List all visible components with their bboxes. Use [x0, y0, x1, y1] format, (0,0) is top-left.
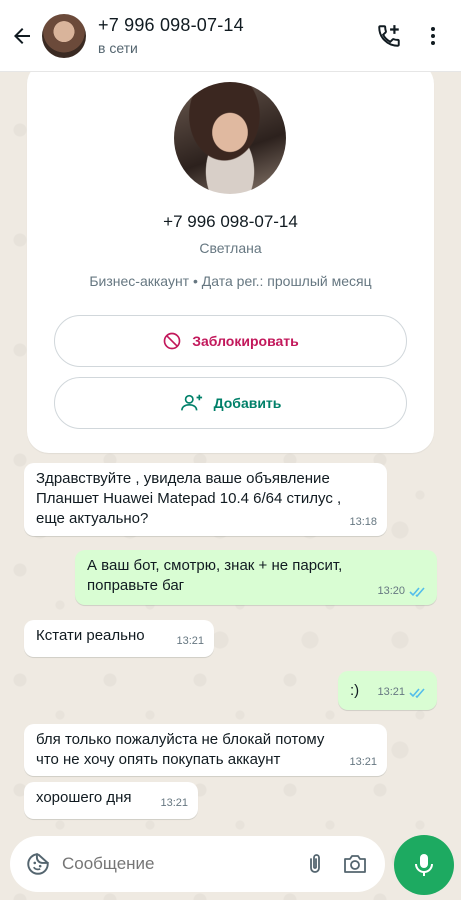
message-outgoing[interactable]: :) 13:21	[338, 671, 437, 710]
arrow-left-icon	[14, 27, 30, 44]
add-call-button[interactable]	[367, 0, 411, 72]
attach-button[interactable]	[295, 836, 335, 892]
message-text: Здравствуйте , увидела ваше объявление П…	[36, 470, 342, 527]
menu-button[interactable]	[411, 0, 455, 72]
message-time: 13:21	[349, 752, 377, 772]
add-person-icon	[180, 394, 202, 411]
message-time-label: 13:18	[349, 516, 377, 528]
message-incoming[interactable]: хорошего дня 13:21	[24, 782, 198, 819]
add-call-icon	[378, 24, 400, 47]
contact-avatar[interactable]	[42, 13, 86, 58]
paperclip-icon	[310, 854, 320, 873]
message-outgoing[interactable]: А ваш бот, смотрю, знак + не парсит, поп…	[75, 550, 437, 605]
add-contact-button[interactable]: Добавить	[54, 377, 407, 429]
block-button-label: Заблокировать	[192, 333, 299, 349]
voice-message-button[interactable]	[394, 835, 454, 895]
message-time: 13:18	[349, 512, 377, 532]
double-check-icon	[409, 586, 425, 597]
double-check-icon	[409, 687, 425, 698]
contact-status: в сети	[98, 40, 138, 56]
profile-phone: +7 996 098-07-14	[163, 212, 298, 231]
message-time-label: 13:21	[160, 797, 188, 809]
profile-meta: Бизнес-аккаунт • Дата рег.: прошлый меся…	[89, 273, 372, 289]
camera-icon	[344, 855, 366, 873]
camera-button[interactable]	[335, 836, 375, 892]
message-time: 13:21	[160, 793, 188, 813]
message-time: 13:21	[176, 631, 204, 651]
sticker-button[interactable]	[16, 836, 60, 892]
message-text: А ваш бот, смотрю, знак + не парсит, поп…	[87, 557, 343, 594]
message-text: бля только пожалуйста не блокай потому ч…	[36, 731, 325, 768]
profile-photo[interactable]	[174, 82, 286, 194]
message-time-label: 13:21	[377, 686, 405, 698]
message-time-label: 13:21	[349, 756, 377, 768]
microphone-icon	[415, 854, 433, 876]
chat-header: +7 996 098-07-14 в сети	[0, 0, 461, 72]
profile-name: Светлана	[199, 240, 262, 256]
message-input[interactable]	[62, 854, 295, 874]
block-button[interactable]: Заблокировать	[54, 315, 407, 367]
message-incoming[interactable]: бля только пожалуйста не блокай потому ч…	[24, 724, 387, 776]
message-composer	[10, 836, 385, 892]
message-incoming[interactable]: Кстати реально 13:21	[24, 620, 214, 657]
contact-info[interactable]: +7 996 098-07-14 в сети	[98, 15, 367, 56]
block-icon	[163, 332, 181, 350]
more-vert-icon	[431, 26, 435, 45]
message-incoming[interactable]: Здравствуйте , увидела ваше объявление П…	[24, 463, 387, 536]
back-button[interactable]	[4, 0, 40, 72]
sticker-icon	[27, 853, 49, 875]
add-button-label: Добавить	[213, 395, 282, 411]
message-time: 13:20	[377, 581, 427, 601]
message-time-label: 13:21	[176, 635, 204, 647]
contact-profile-card: +7 996 098-07-14 Светлана Бизнес-аккаунт…	[27, 62, 434, 453]
contact-title: +7 996 098-07-14	[98, 15, 244, 35]
message-time: 13:21	[377, 682, 427, 702]
message-time-label: 13:20	[377, 585, 405, 597]
